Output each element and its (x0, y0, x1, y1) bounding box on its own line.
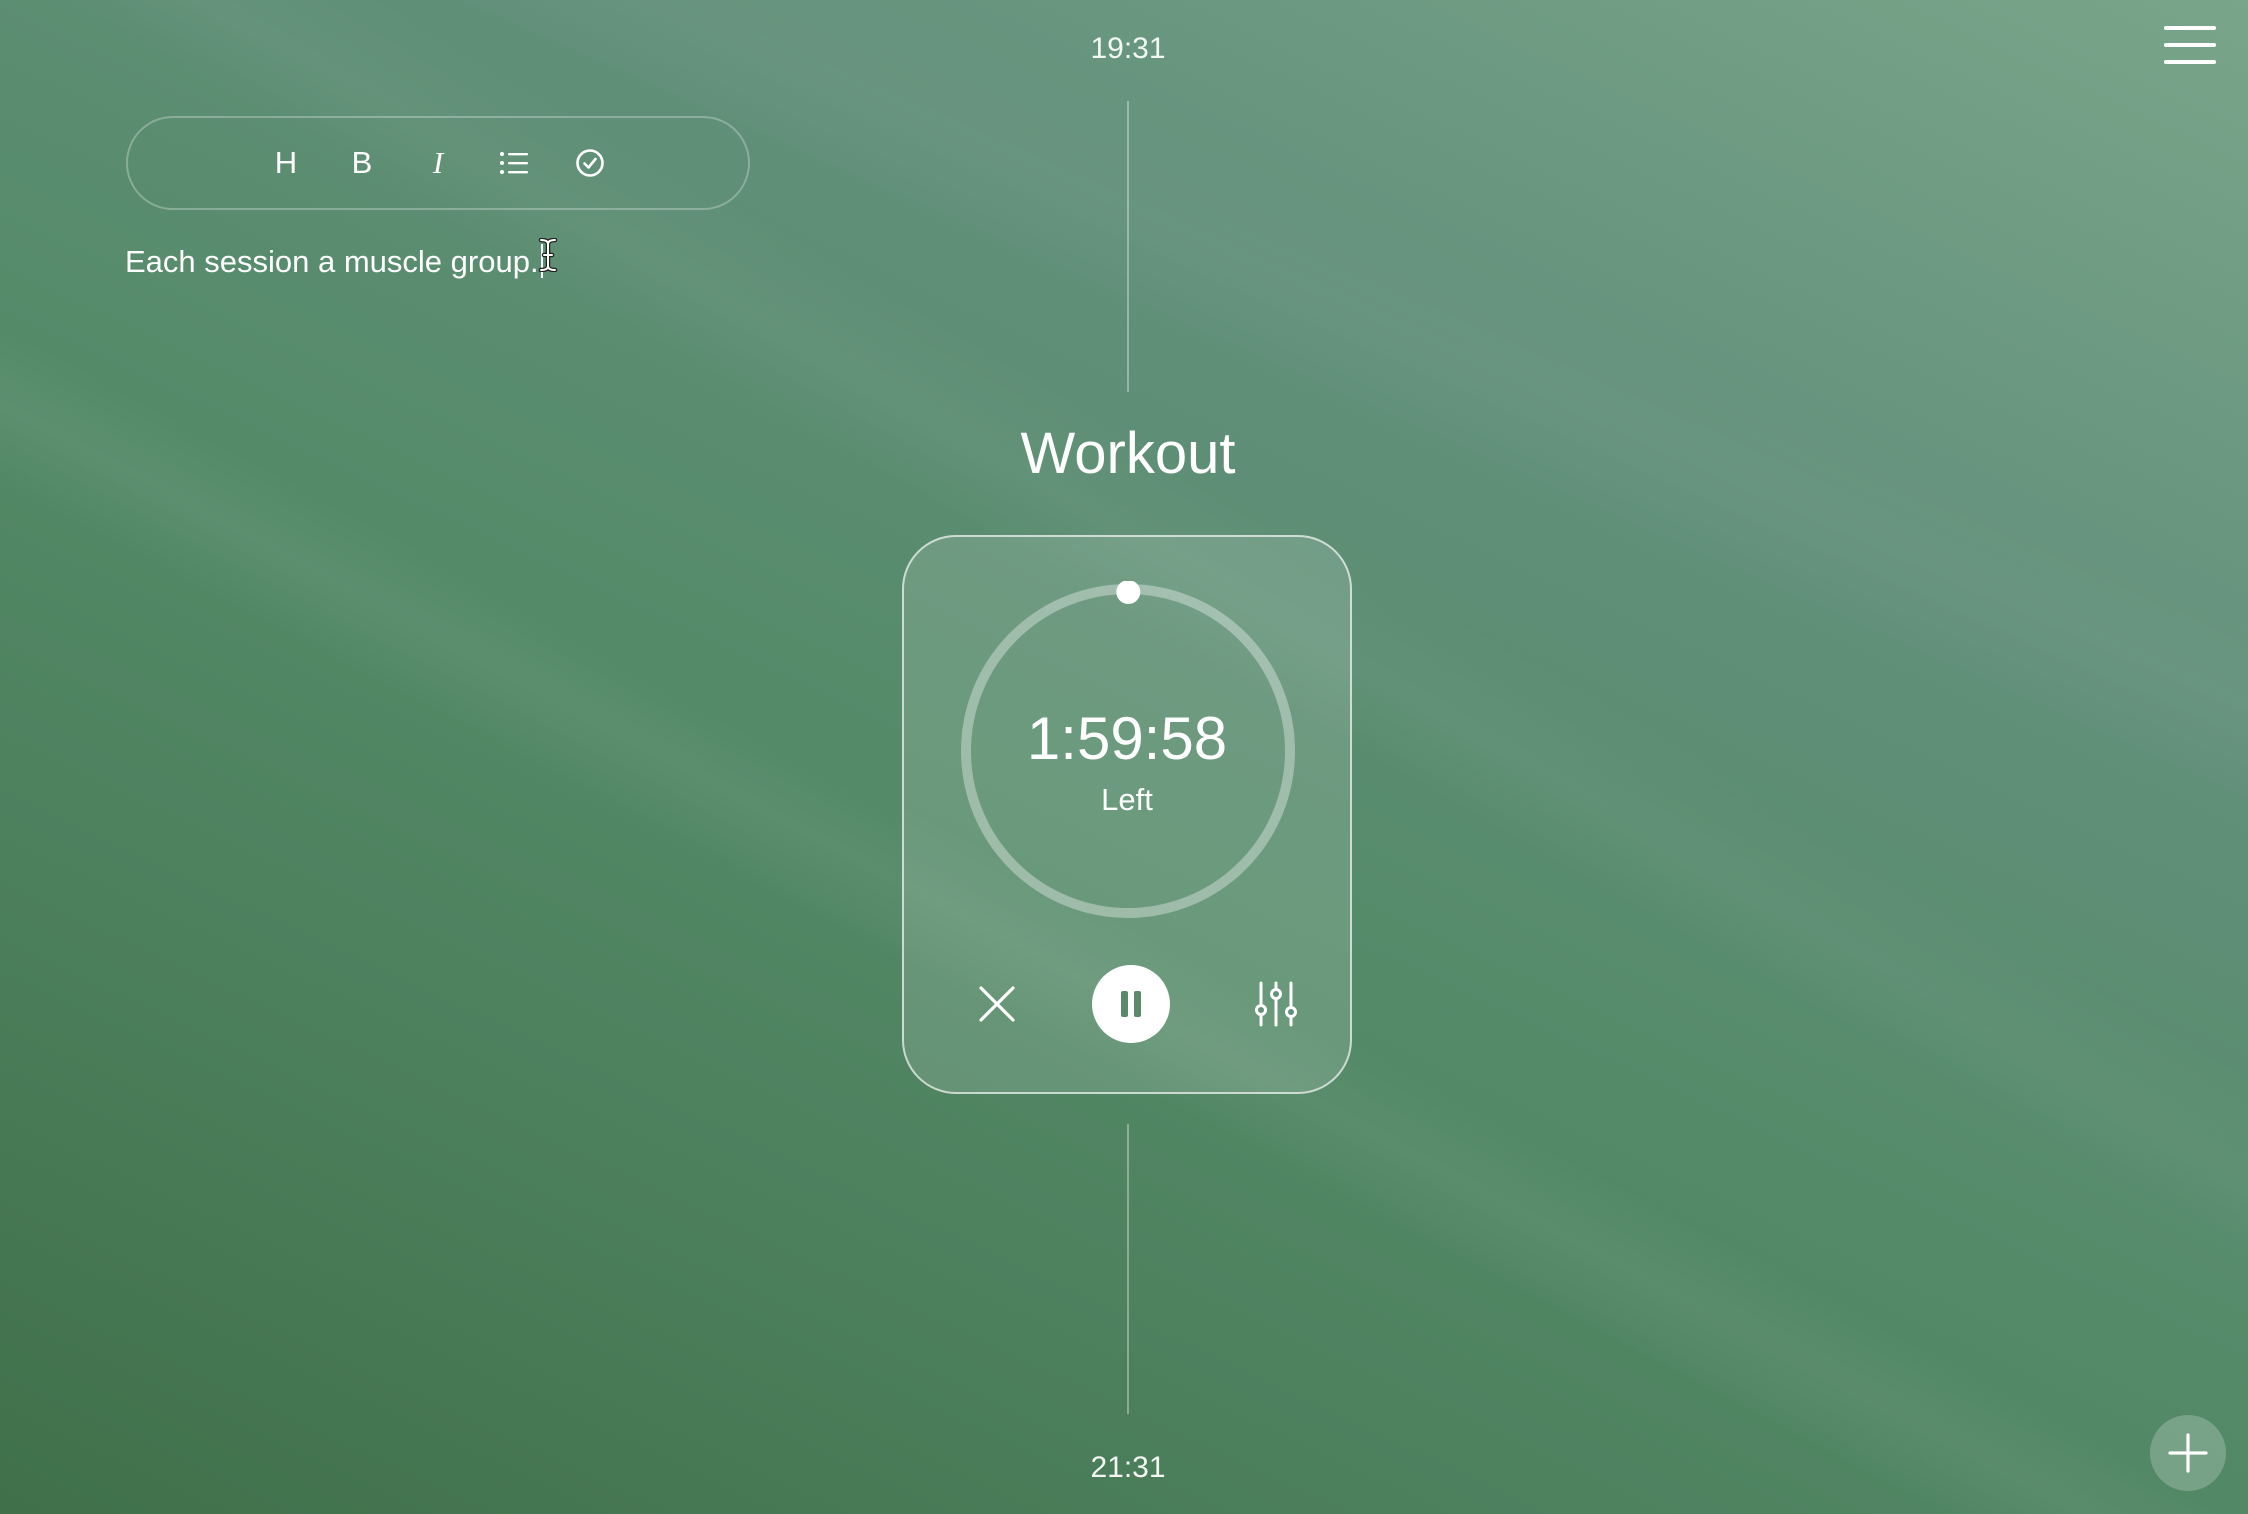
note-text: Each session a muscle group. (125, 244, 539, 279)
check-circle-icon[interactable] (569, 142, 611, 184)
end-time: 21:31 (1090, 1451, 1166, 1484)
text-cursor-icon (538, 237, 558, 277)
timer-title: Workout (1020, 421, 1236, 486)
time-remaining-label: Left (1101, 782, 1153, 817)
italic-button[interactable]: I (417, 142, 459, 184)
list-icon[interactable] (493, 142, 535, 184)
hamburger-menu-icon[interactable] (2160, 22, 2220, 68)
progress-knob (1116, 581, 1141, 604)
time-remaining: 1:59:58 (1026, 705, 1228, 772)
timeline-line-bottom (1127, 1124, 1129, 1414)
heading-button[interactable]: H (265, 142, 307, 184)
bold-button[interactable]: B (341, 142, 383, 184)
timeline-line-top (1127, 101, 1129, 392)
formatting-toolbar: H B I (126, 116, 750, 210)
plus-icon (2168, 1433, 2208, 1473)
pause-icon (1121, 991, 1141, 1017)
close-icon[interactable] (958, 965, 1036, 1043)
timer-card: 1:59:58 Left (902, 535, 1352, 1094)
add-button[interactable] (2150, 1415, 2226, 1491)
note-editor[interactable]: Each session a muscle group. (125, 244, 543, 280)
pause-button[interactable] (1092, 965, 1170, 1043)
start-time: 19:31 (1090, 32, 1166, 65)
sliders-icon[interactable] (1237, 965, 1315, 1043)
